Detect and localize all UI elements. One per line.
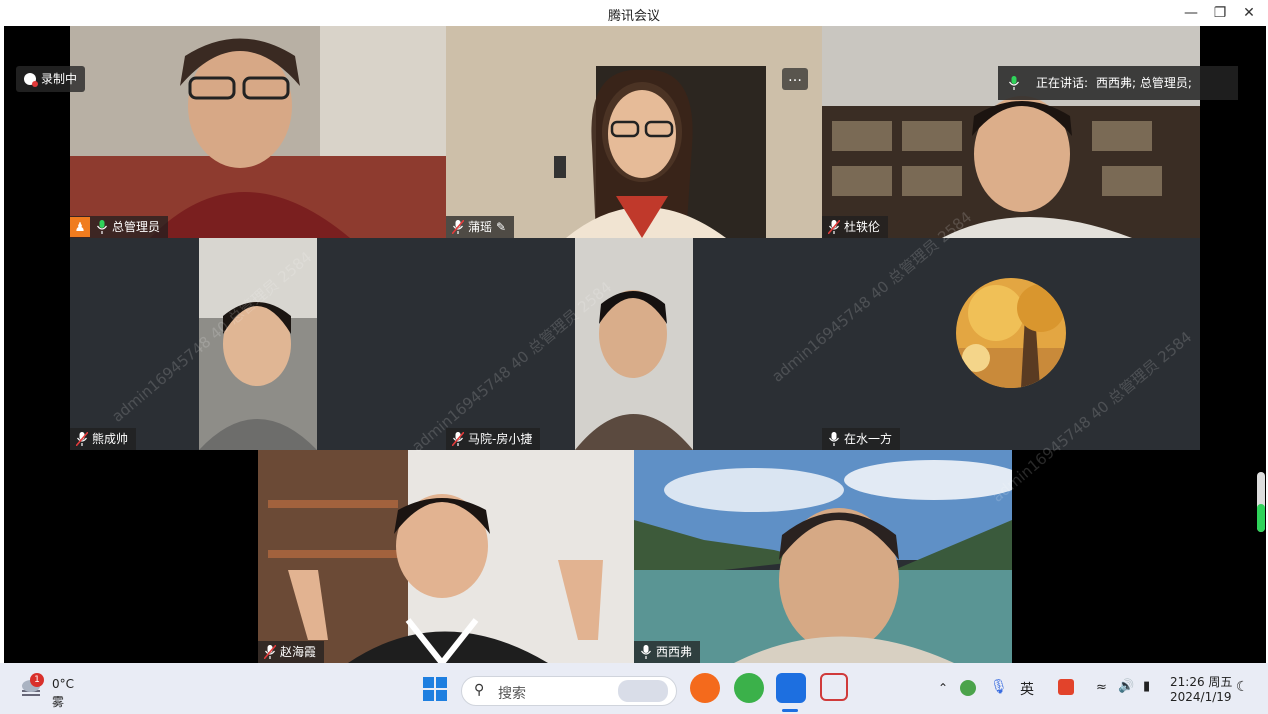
weather-cloud-icon[interactable]: 1 — [18, 673, 44, 699]
video-tile[interactable]: … 蒲瑶 ✎ — [446, 26, 822, 238]
video-tile[interactable]: 赵海霞 — [258, 450, 634, 663]
mic-muted-icon — [76, 432, 88, 446]
more-options-icon[interactable]: … — [782, 68, 808, 90]
host-icon: ♟ — [70, 217, 90, 237]
speaking-names: 西西弗; 总管理员; — [1096, 76, 1192, 90]
participant-name: 马院-房小捷 — [468, 432, 533, 446]
participant-nametag: 在水一方 — [822, 428, 901, 450]
participant-avatar — [956, 278, 1066, 388]
participant-video — [446, 26, 822, 238]
pencil-icon: ✎ — [496, 220, 507, 234]
browser-icon[interactable] — [734, 673, 764, 703]
minimize-icon[interactable]: — — [1178, 3, 1204, 23]
speaking-indicator: 正在讲话: 西西弗; 总管理员; — [998, 66, 1238, 100]
volume-icon[interactable]: 🔊 — [1118, 679, 1134, 694]
mic-muted-icon — [264, 645, 276, 659]
video-gallery: ♟ 总管理员 … 蒲瑶 ✎ 杜轶伦 熊成帅 马院-房小捷 在水一方 赵海霞 西西… — [4, 26, 1266, 663]
participant-nametag: ♟ 总管理员 — [70, 216, 169, 238]
recording-label: 录制中 — [41, 72, 78, 86]
security-icon[interactable] — [960, 680, 976, 696]
participant-video — [822, 26, 1200, 238]
mic-muted-icon — [828, 220, 840, 234]
taskbar-search[interactable]: ⚲ 搜索 — [461, 676, 677, 706]
video-tile[interactable]: 杜轶伦 — [822, 26, 1200, 238]
audio-level-bar — [1257, 472, 1265, 532]
tencent-meeting-icon[interactable] — [776, 673, 806, 703]
participant-name: 赵海霞 — [280, 645, 317, 659]
battery-icon[interactable]: ▮ — [1143, 679, 1150, 694]
participant-video — [199, 238, 317, 450]
wifi-icon[interactable]: ≈ — [1096, 680, 1107, 695]
mic-on-icon — [97, 220, 107, 234]
recording-indicator[interactable]: 录制中 — [16, 66, 86, 92]
search-icon: ⚲ — [474, 682, 485, 698]
notification-badge: 1 — [30, 673, 44, 687]
video-tile[interactable]: 熊成帅 — [70, 238, 446, 450]
participant-nametag: 熊成帅 — [70, 428, 137, 450]
weather-condition: 雾 — [52, 695, 65, 709]
firefox-icon[interactable] — [690, 673, 720, 703]
video-tile[interactable]: 马院-房小捷 — [446, 238, 822, 450]
participant-name: 在水一方 — [844, 432, 893, 446]
participant-video — [575, 238, 693, 450]
mic-on-icon — [829, 432, 839, 446]
ime-indicator[interactable]: 英 — [1020, 679, 1034, 699]
participant-video — [258, 450, 634, 663]
restore-icon[interactable]: ❐ — [1207, 3, 1233, 23]
window-title: 腾讯会议 — [607, 9, 660, 24]
mic-active-icon — [1009, 76, 1019, 90]
chevron-up-icon[interactable]: ⌃ — [938, 681, 948, 695]
weather-temp: 0°C — [52, 677, 75, 691]
participant-name: 蒲瑶 — [468, 220, 493, 234]
participant-nametag: 蒲瑶 ✎ — [446, 216, 515, 238]
participant-name: 熊成帅 — [92, 432, 129, 446]
participant-video — [634, 450, 1012, 663]
participant-nametag: 西西弗 — [634, 641, 701, 663]
participant-name: 西西弗 — [656, 645, 693, 659]
video-tile[interactable]: 在水一方 — [822, 238, 1200, 450]
window-titlebar: 腾讯会议 — ❐ ✕ — [0, 0, 1268, 26]
mic-muted-icon — [452, 432, 464, 446]
moon-icon[interactable]: ☾ — [1236, 679, 1249, 695]
mic-on-icon — [641, 645, 651, 659]
video-tile[interactable]: ♟ 总管理员 — [70, 26, 446, 238]
participant-nametag: 赵海霞 — [258, 641, 325, 663]
participant-nametag: 马院-房小捷 — [446, 428, 541, 450]
active-app-indicator — [782, 709, 798, 712]
participant-video — [70, 26, 446, 238]
speaking-prefix: 正在讲话: — [1036, 76, 1089, 90]
clock-date[interactable]: 2024/1/19 — [1170, 690, 1232, 704]
mic-muted-icon — [452, 220, 464, 234]
search-highlight-image — [618, 680, 668, 702]
snipping-tool-icon[interactable] — [820, 673, 848, 701]
windows-start-icon[interactable] — [422, 676, 448, 702]
participant-nametag: 杜轶伦 — [822, 216, 889, 238]
video-tile-active-speaker[interactable]: 西西弗 — [634, 450, 1012, 663]
sogou-input-icon[interactable] — [1058, 679, 1074, 695]
search-placeholder: 搜索 — [498, 686, 526, 702]
cloud-record-icon — [24, 73, 38, 87]
participant-name: 总管理员 — [112, 220, 161, 234]
participant-name: 杜轶伦 — [844, 220, 881, 234]
clock-time[interactable]: 21:26 周五 — [1170, 673, 1232, 690]
close-icon[interactable]: ✕ — [1236, 3, 1262, 23]
microphone-icon[interactable]: 🎙 — [990, 679, 1008, 695]
